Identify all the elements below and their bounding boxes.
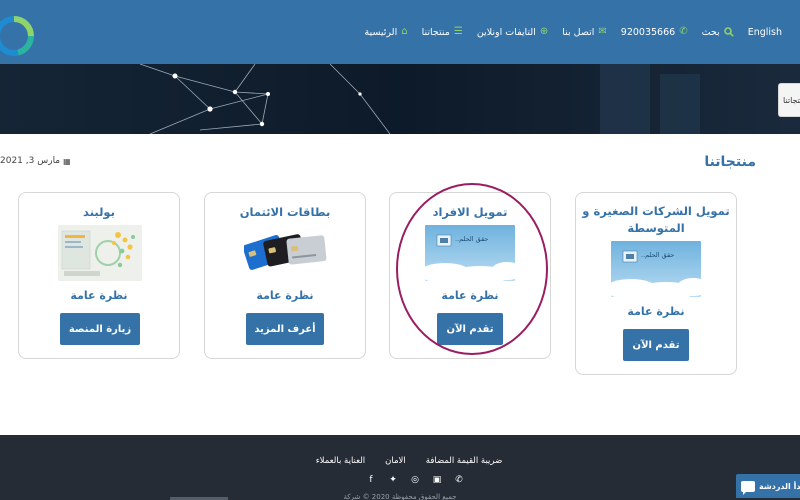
- facebook-icon[interactable]: f: [366, 475, 376, 485]
- language-switch-label: English: [747, 26, 782, 38]
- credit-cards-thumbnail: [244, 225, 328, 281]
- post-date-label: مارس 3, 2021: [0, 156, 61, 166]
- card-title: بطاقات الائتمان: [239, 205, 331, 219]
- footer-links: ضريبة القيمة المضافة الامان العناية بالع…: [0, 456, 800, 466]
- hero-banner: [0, 64, 800, 134]
- nav-home[interactable]: ⌂ الرئيسية: [364, 27, 407, 38]
- bolbend-thumbnail: [58, 225, 142, 281]
- footer-link-vat[interactable]: ضريبة القيمة المضافة: [426, 456, 503, 466]
- nav-search[interactable]: بحث: [702, 27, 734, 38]
- hero-network-graphic: [0, 64, 800, 134]
- footer-link-customer-care[interactable]: العناية بالعملاء: [316, 456, 365, 466]
- nav-search-label: بحث: [701, 26, 720, 38]
- nav-home-label: الرئيسية: [364, 26, 398, 38]
- card-title: بولبند: [83, 205, 115, 219]
- section-title: منتجاتنا: [704, 154, 756, 170]
- company-logo[interactable]: [0, 12, 36, 60]
- social-links: f ✦ ◎ ▣ ✆: [0, 475, 800, 485]
- footer-link-security[interactable]: الامان: [385, 456, 406, 466]
- live-chat-button[interactable]: لنبدأ الدردشة: [736, 474, 800, 498]
- whatsapp-icon[interactable]: ✆: [454, 475, 464, 485]
- apply-now-button[interactable]: تقدم الآن: [437, 313, 503, 345]
- apply-now-button[interactable]: تقدم الآن: [623, 329, 689, 361]
- nav-apps-online-label: التايفات اونلاين: [476, 26, 536, 38]
- top-navbar: ⌂ الرئيسية ☰ منتجاتنا ⊕ التايفات اونلاين…: [0, 0, 800, 64]
- nav-products-label: منتجاتنا: [421, 26, 450, 38]
- linkedin-icon[interactable]: ▣: [432, 475, 442, 485]
- instagram-icon[interactable]: ◎: [410, 475, 420, 485]
- phone-icon: ✆: [679, 26, 688, 37]
- nav-contact-label: اتصل بنا: [562, 26, 595, 38]
- chat-bubble-icon: [741, 480, 755, 495]
- nav-phone[interactable]: ✆ 920035666: [621, 27, 688, 38]
- card-title: تمويل الشركات الصغيرة و المتوسطة: [582, 204, 730, 235]
- product-card-sme-finance: تمويل الشركات الصغيرة و المتوسطة حقق الح…: [575, 192, 737, 375]
- copyright-text: جميع الحقوق محفوظة 2020 © شركة: [343, 493, 457, 500]
- card-title: تمويل الافراد: [432, 205, 508, 219]
- product-card-personal-finance: تمويل الافراد حقق الحلم.. نظرة عامة تقدم…: [389, 192, 551, 359]
- twitter-icon[interactable]: ✦: [388, 475, 398, 485]
- site-footer: ضريبة القيمة المضافة الامان العناية بالع…: [0, 435, 800, 500]
- side-products-tab[interactable]: منتجاتنا: [778, 83, 800, 117]
- thumbnail-caption: حقق الحلم..: [641, 251, 675, 259]
- product-card-bolbend: بولبند نظرة عامة زيارة المنصة: [18, 192, 180, 359]
- globe-icon: ⊕: [539, 26, 549, 37]
- calendar-icon: ▦: [63, 156, 71, 166]
- nav-products[interactable]: ☰ منتجاتنا: [422, 27, 463, 38]
- nav-contact[interactable]: ✉ اتصل بنا: [562, 27, 607, 38]
- card-subtitle: نظرة عامة: [70, 289, 128, 302]
- sme-finance-thumbnail: حقق الحلم..: [611, 241, 701, 297]
- live-chat-label: لنبدأ الدردشة: [759, 481, 800, 491]
- main-nav: ⌂ الرئيسية ☰ منتجاتنا ⊕ التايفات اونلاين…: [364, 22, 782, 42]
- personal-finance-thumbnail: حقق الحلم..: [425, 225, 515, 281]
- list-icon: ☰: [453, 26, 463, 37]
- nav-apps-online[interactable]: ⊕ التايفات اونلاين: [477, 27, 548, 38]
- card-subtitle: نظرة عامة: [441, 289, 499, 302]
- home-icon: ⌂: [401, 26, 408, 37]
- card-subtitle: نظرة عامة: [256, 289, 314, 302]
- nav-phone-label: 920035666: [620, 26, 676, 38]
- language-switch[interactable]: English: [748, 27, 782, 38]
- learn-more-button[interactable]: أعرف المزيد: [246, 313, 324, 345]
- product-card-credit-cards: بطاقات الائتمان نظرة عامة أعرف المزيد: [204, 192, 366, 359]
- post-date: ▦ مارس 3, 2021: [0, 156, 71, 166]
- thumbnail-caption: حقق الحلم..: [455, 235, 489, 243]
- envelope-icon: ✉: [598, 26, 607, 37]
- card-subtitle: نظرة عامة: [627, 305, 685, 318]
- search-icon: [723, 27, 734, 37]
- visit-platform-button[interactable]: زيارة المنصة: [60, 313, 140, 345]
